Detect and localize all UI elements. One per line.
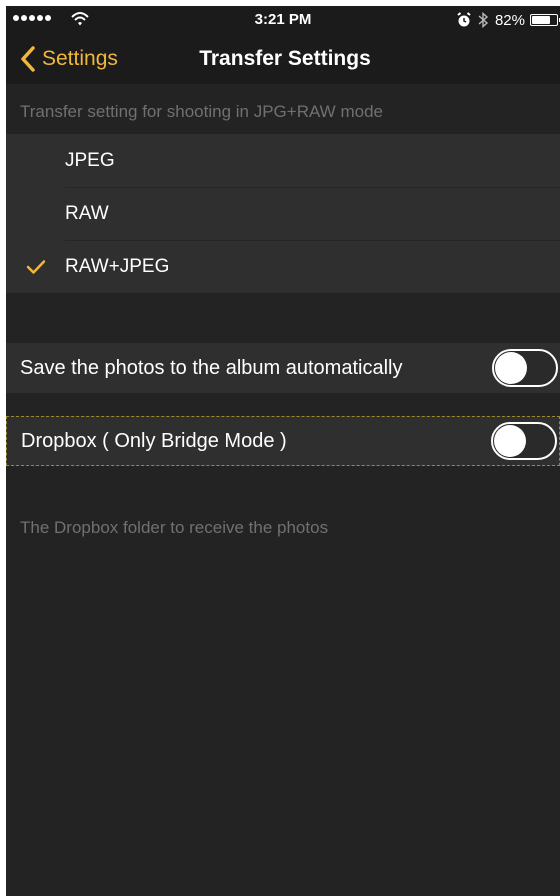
dropbox-toggle[interactable] xyxy=(491,422,557,460)
auto-save-label: Save the photos to the album automatical… xyxy=(20,356,403,379)
navigation-bar: Settings Transfer Settings xyxy=(6,34,560,84)
bluetooth-icon xyxy=(478,12,489,28)
option-label: JPEG xyxy=(65,149,115,171)
battery-percent: 82% xyxy=(494,11,525,29)
battery-icon xyxy=(530,14,560,26)
option-jpeg[interactable]: JPEG xyxy=(6,134,560,187)
checkmark-icon xyxy=(26,259,46,274)
dropbox-row: Dropbox ( Only Bridge Mode ) xyxy=(6,416,560,466)
alarm-icon xyxy=(457,12,471,27)
option-label: RAW xyxy=(65,202,109,224)
auto-save-toggle[interactable] xyxy=(492,349,558,387)
toggle-knob xyxy=(494,425,526,457)
transfer-section-header: Transfer setting for shooting in JPG+RAW… xyxy=(20,102,383,121)
transfer-settings-screen: 3:21 PM 82% Settings Transfer Settings T… xyxy=(6,6,560,896)
page-title: Transfer Settings xyxy=(199,47,371,70)
status-bar: 3:21 PM 82% xyxy=(6,6,560,34)
toggle-knob xyxy=(495,352,527,384)
status-right-group: 82% xyxy=(457,10,560,30)
dropbox-label: Dropbox ( Only Bridge Mode ) xyxy=(21,429,287,452)
option-raw[interactable]: RAW xyxy=(6,187,560,240)
transfer-options-list: JPEG RAW RAW+JPEG xyxy=(6,134,560,293)
option-label: RAW+JPEG xyxy=(65,255,170,277)
dropbox-footer-text: The Dropbox folder to receive the photos xyxy=(20,518,329,537)
battery-fill xyxy=(532,16,551,24)
auto-save-row: Save the photos to the album automatical… xyxy=(6,343,560,393)
option-raw-jpeg[interactable]: RAW+JPEG xyxy=(6,240,560,293)
